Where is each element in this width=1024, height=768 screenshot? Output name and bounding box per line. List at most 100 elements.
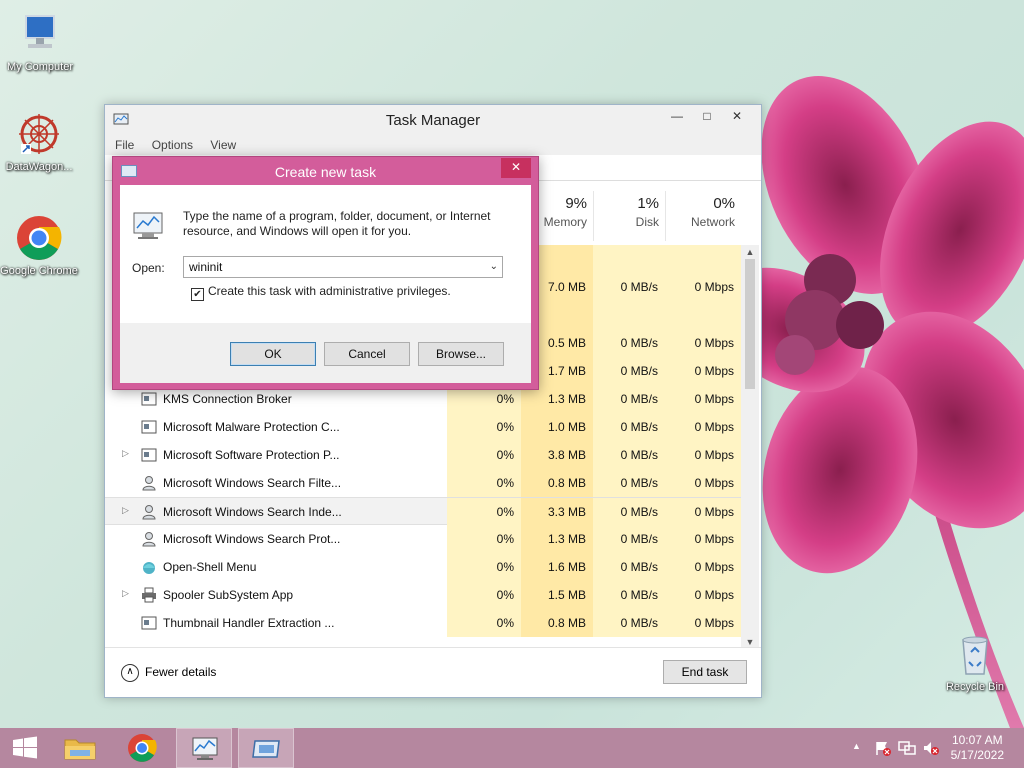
network-cell: 0 Mbps [665,273,741,301]
cpu-cell: 0% [447,413,521,441]
task-manager-titlebar[interactable]: Task Manager — □ ✕ [105,105,761,135]
admin-privileges-checkbox[interactable]: ✔ Create this task with administrative pr… [191,284,451,301]
process-name: KMS Connection Broker [163,392,292,406]
desktop-icon-my-computer[interactable]: My Computer [0,10,80,74]
desktop-icon-label: My Computer [6,61,74,73]
start-button[interactable] [0,728,50,768]
column-header-network[interactable]: 0% Network [665,191,741,241]
network-total-pct: 0% [713,195,735,212]
memory-cell: 0.8 MB [521,609,593,637]
desktop-icon-google-chrome[interactable]: Google Chrome [0,214,79,278]
clock-time: 10:07 AM [951,733,1003,747]
task-manager-menubar: File Options View [105,135,761,155]
disk-cell: 0 MB/s [593,469,665,497]
table-row[interactable]: Thumbnail Handler Extraction ... 0% 0.8 … [105,609,741,637]
printer-icon [141,587,157,603]
network-cell: 0 Mbps [665,581,741,609]
taskbar-task-manager[interactable] [176,728,232,768]
desktop-icon-recycle-bin[interactable]: Recycle Bin [935,630,1015,694]
minimize-button[interactable]: — [662,105,692,127]
vertical-scrollbar[interactable]: ▲ ▼ [741,245,759,649]
cpu-cell: 0% [447,441,521,469]
action-center-flag-icon[interactable] [874,740,892,756]
cancel-button[interactable]: Cancel [324,342,410,366]
open-combobox[interactable]: wininit ⌄ [183,256,503,278]
open-shell-icon [141,559,157,575]
menu-view[interactable]: View [210,138,236,152]
expand-chevron-icon[interactable]: ▷ [122,505,130,516]
dialog-titlebar[interactable]: Create new task ✕ [113,157,538,185]
table-row[interactable]: ▷ Microsoft Software Protection P... 0% … [105,441,741,469]
close-button[interactable]: ✕ [722,105,752,127]
ok-button[interactable]: OK [230,342,316,366]
maximize-button[interactable]: □ [692,105,722,127]
network-cell: 0 Mbps [665,385,741,413]
dialog-close-button[interactable]: ✕ [501,158,531,178]
expand-chevron-icon[interactable]: ▷ [122,448,130,459]
user-search-icon [141,531,157,547]
task-manager-footer: ∧ Fewer details End task [105,647,761,697]
table-row[interactable]: Microsoft Windows Search Filte... 0% 0.8… [105,469,741,497]
process-name: Microsoft Software Protection P... [163,448,340,462]
taskbar: ▲ 10:07 AM 5/17/2022 [0,728,1024,768]
expand-chevron-icon[interactable]: ▷ [122,588,130,599]
fewer-details-button[interactable]: ∧ Fewer details [121,662,216,682]
desktop-icon-label: Recycle Bin [945,681,1005,693]
chevron-up-icon: ∧ [121,663,139,682]
table-row[interactable]: ▷ Spooler SubSystem App 0% 1.5 MB 0 MB/s… [105,581,741,609]
menu-file[interactable]: File [115,138,134,152]
network-cell: 0 Mbps [665,525,741,553]
disk-cell [593,301,665,329]
network-cell: 0 Mbps [665,498,741,526]
desktop-icon-datawagon[interactable]: DataWagon... [0,110,79,174]
network-cell: 0 Mbps [665,469,741,497]
taskbar-file-explorer[interactable] [52,728,108,768]
browse-button[interactable]: Browse... [418,342,504,366]
disk-cell: 0 MB/s [593,525,665,553]
dialog-title: Create new task [274,164,377,180]
table-row[interactable]: Microsoft Malware Protection C... 0% 1.0… [105,413,741,441]
open-input-value[interactable]: wininit [189,260,222,274]
taskbar-run-dialog[interactable] [238,728,294,768]
disk-cell: 0 MB/s [593,357,665,385]
table-row-selected[interactable]: ▷ Microsoft Windows Search Inde... 0% 3.… [105,497,741,526]
disk-cell: 0 MB/s [593,581,665,609]
service-icon [141,391,157,407]
clock-date: 5/17/2022 [950,748,1004,762]
show-hidden-icons-chevron-icon[interactable]: ▲ [852,741,861,751]
disk-cell: 0 MB/s [593,329,665,357]
volume-muted-icon[interactable] [922,740,940,756]
table-row[interactable]: Open-Shell Menu 0% 1.6 MB 0 MB/s 0 Mbps [105,553,741,581]
cpu-cell: 0% [447,525,521,553]
network-cell: 0 Mbps [665,413,741,441]
network-cell [665,301,741,329]
disk-cell [593,245,665,273]
scroll-thumb[interactable] [745,259,755,389]
taskbar-chrome[interactable] [114,728,170,768]
cpu-cell: 0% [447,609,521,637]
process-name: Microsoft Windows Search Filte... [163,476,342,490]
service-icon [141,447,157,463]
disk-cell: 0 MB/s [593,609,665,637]
dialog-description: Type the name of a program, folder, docu… [183,209,491,238]
end-task-button[interactable]: End task [663,660,747,684]
chrome-icon [15,214,63,262]
table-row[interactable]: Microsoft Windows Search Prot... 0% 1.3 … [105,525,741,553]
scroll-up-arrow-icon[interactable]: ▲ [741,245,759,259]
network-cell [665,245,741,273]
process-name: Microsoft Malware Protection C... [163,420,340,434]
memory-cell: 1.6 MB [521,553,593,581]
process-name: Spooler SubSystem App [163,588,294,602]
user-search-icon [141,504,157,520]
network-cell: 0 Mbps [665,357,741,385]
chevron-down-icon[interactable]: ⌄ [490,257,498,277]
network-icon[interactable] [898,740,916,756]
checkbox-checked-icon[interactable]: ✔ [191,288,204,301]
process-name: Microsoft Windows Search Inde... [163,505,342,519]
taskbar-clock[interactable]: 10:07 AM 5/17/2022 [951,733,1004,763]
menu-options[interactable]: Options [152,138,193,152]
run-dialog-icon [252,740,280,758]
column-header-disk[interactable]: 1% Disk [593,191,665,241]
network-cell: 0 Mbps [665,553,741,581]
recycle-bin-icon [951,630,999,678]
